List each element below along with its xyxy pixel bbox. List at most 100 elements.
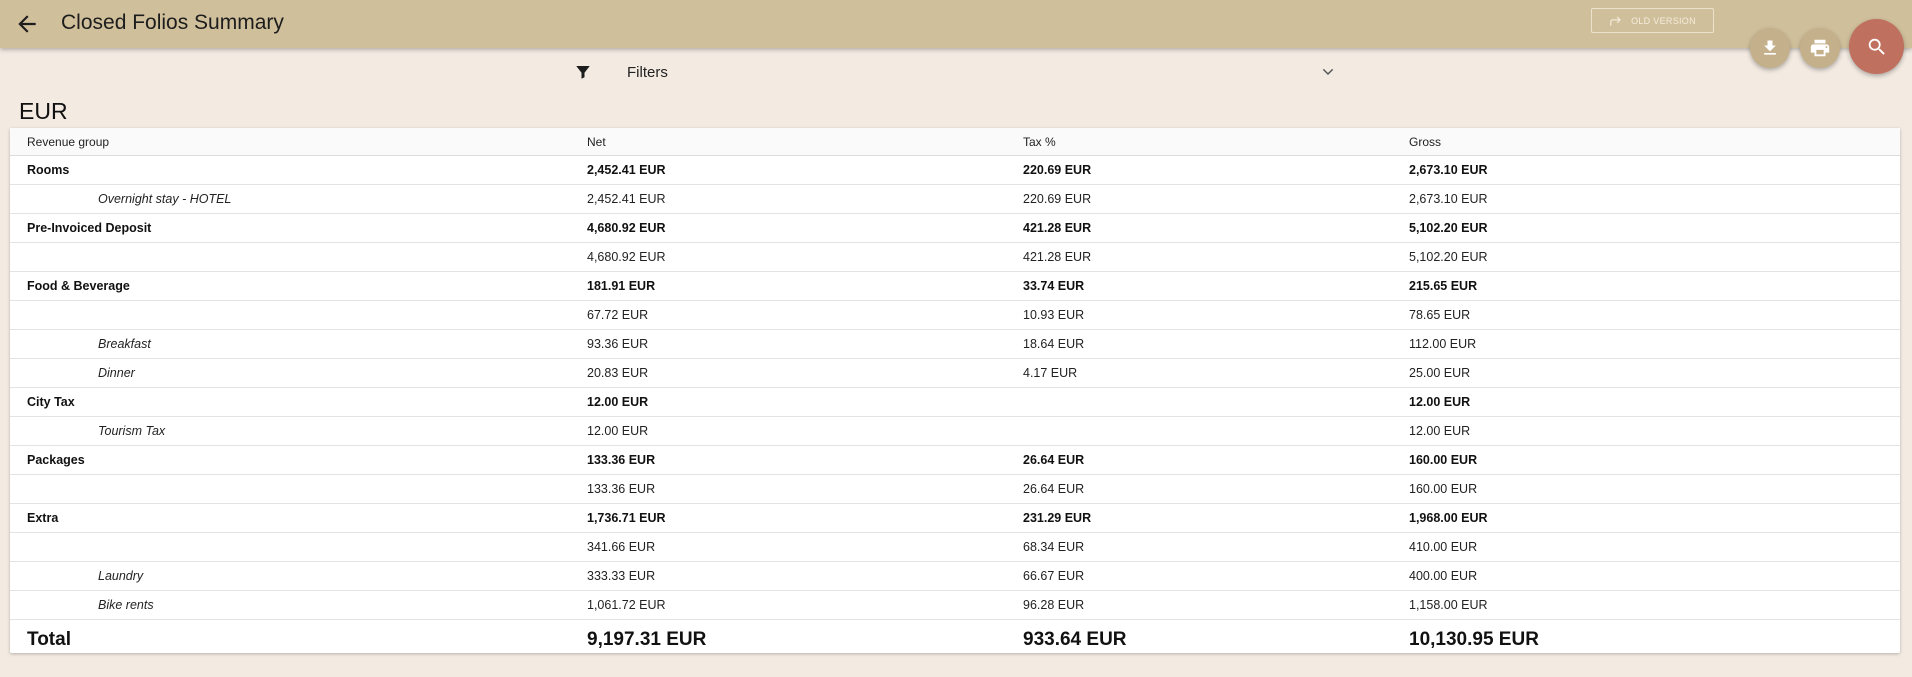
tax-value: 66.67 EUR	[1023, 561, 1409, 591]
revenue-group-row: Extra 1,736.71 EUR 231.29 EUR 1,968.00 EUR	[10, 503, 1900, 533]
revenue-group-name	[10, 300, 587, 330]
net-value: 2,452.41 EUR	[587, 184, 1023, 214]
revenue-group-row: City Tax 12.00 EUR 12.00 EUR	[10, 387, 1900, 417]
revenue-subgroup-row: 133.36 EUR 26.64 EUR 160.00 EUR	[10, 474, 1900, 504]
gross-value: 12.00 EUR	[1409, 387, 1900, 417]
tax-value: 10.93 EUR	[1023, 300, 1409, 330]
tax-value: 33.74 EUR	[1023, 271, 1409, 301]
gross-value: 12.00 EUR	[1409, 416, 1900, 446]
tax-value: 231.29 EUR	[1023, 503, 1409, 533]
tax-value: 96.28 EUR	[1023, 590, 1409, 620]
tax-value: 421.28 EUR	[1023, 242, 1409, 272]
search-icon	[1868, 38, 1885, 55]
tax-value: 18.64 EUR	[1023, 329, 1409, 359]
gross-value: 160.00 EUR	[1409, 474, 1900, 504]
tax-value: 4.17 EUR	[1023, 358, 1409, 388]
gross-value: 410.00 EUR	[1409, 532, 1900, 562]
currency-heading: EUR	[19, 98, 68, 124]
revenue-group-name: City Tax	[10, 387, 587, 417]
net-value: 181.91 EUR	[587, 271, 1023, 301]
revenue-group-name: Laundry	[10, 561, 587, 591]
column-header-revenue-group: Revenue group	[10, 128, 587, 156]
gross-value: 160.00 EUR	[1409, 445, 1900, 475]
revenue-group-name: Dinner	[10, 358, 587, 388]
table-header-row: Revenue group Net Tax % Gross	[10, 128, 1900, 156]
net-value: 133.36 EUR	[587, 474, 1023, 504]
column-header-net: Net	[587, 128, 1023, 156]
net-value: 2,452.41 EUR	[587, 155, 1023, 185]
gross-value: 1,968.00 EUR	[1409, 503, 1900, 533]
revenue-group-row: Pre-Invoiced Deposit 4,680.92 EUR 421.28 E…	[10, 213, 1900, 243]
total-row: Total 9,197.31 EUR 933.64 EUR 10,130.95 …	[10, 620, 1900, 661]
old-version-button[interactable]: OLD VERSION	[1591, 8, 1714, 33]
net-value: 1,736.71 EUR	[587, 503, 1023, 533]
total-gross: 10,130.95 EUR	[1409, 629, 1539, 650]
revenue-subgroup-row: 341.66 EUR 68.34 EUR 410.00 EUR	[10, 532, 1900, 562]
net-value: 333.33 EUR	[587, 561, 1023, 591]
revenue-group-name	[10, 532, 587, 562]
net-value: 1,061.72 EUR	[587, 590, 1023, 620]
revenue-subgroup-row: Laundry 333.33 EUR 66.67 EUR 400.00 EUR	[10, 561, 1900, 591]
revenue-group-name: Pre-Invoiced Deposit	[10, 213, 587, 243]
column-header-tax: Tax %	[1023, 128, 1409, 156]
gross-value: 5,102.20 EUR	[1409, 242, 1900, 272]
page-title: Closed Folios Summary	[61, 11, 284, 34]
revenue-group-name: Overnight stay - HOTEL	[10, 184, 587, 214]
net-value: 341.66 EUR	[587, 532, 1023, 562]
gross-value: 25.00 EUR	[1409, 358, 1900, 388]
tax-value: 68.34 EUR	[1023, 532, 1409, 562]
tax-value: 220.69 EUR	[1023, 155, 1409, 185]
filters-label: Filters	[627, 64, 668, 81]
net-value: 133.36 EUR	[587, 445, 1023, 475]
total-label: Total	[27, 629, 71, 650]
total-tax: 933.64 EUR	[1023, 629, 1127, 650]
net-value: 67.72 EUR	[587, 300, 1023, 330]
revenue-group-row: Food & Beverage 181.91 EUR 33.74 EUR 215.65…	[10, 271, 1900, 301]
tax-value: 421.28 EUR	[1023, 213, 1409, 243]
column-header-gross: Gross	[1409, 128, 1900, 156]
net-value: 4,680.92 EUR	[587, 242, 1023, 272]
revenue-summary-table: Revenue group Net Tax % Gross Rooms 2,452…	[10, 128, 1900, 660]
gross-value: 2,673.10 EUR	[1409, 184, 1900, 214]
net-value: 20.83 EUR	[587, 358, 1023, 388]
revenue-subgroup-row: Overnight stay - HOTEL 2,452.41 EUR 220.69…	[10, 184, 1900, 214]
old-version-label: OLD VERSION	[1631, 15, 1696, 26]
filters-toggle[interactable]: Filters	[570, 58, 1336, 86]
revenue-group-name: Rooms	[10, 155, 587, 185]
arrow-back-icon[interactable]	[14, 11, 40, 37]
table-body: Rooms 2,452.41 EUR 220.69 EUR 2,673.10 EUR O…	[10, 155, 1900, 620]
summary-table-card: Revenue group Net Tax % Gross Rooms 2,452…	[10, 128, 1900, 653]
revenue-group-name	[10, 474, 587, 504]
gross-value: 5,102.20 EUR	[1409, 213, 1900, 243]
revenue-group-name: Extra	[10, 503, 587, 533]
revenue-group-name: Tourism Tax	[10, 416, 587, 446]
tax-value	[1023, 416, 1409, 446]
filter-funnel-icon	[576, 66, 590, 79]
download-button[interactable]	[1750, 28, 1790, 68]
tax-value	[1023, 387, 1409, 417]
gross-value: 400.00 EUR	[1409, 561, 1900, 591]
gross-value: 112.00 EUR	[1409, 329, 1900, 359]
tax-value: 26.64 EUR	[1023, 445, 1409, 475]
print-button[interactable]	[1800, 28, 1840, 68]
revenue-group-row: Rooms 2,452.41 EUR 220.69 EUR 2,673.10 EUR	[10, 155, 1900, 185]
revenue-subgroup-row: Breakfast 93.36 EUR 18.64 EUR 112.00 EUR	[10, 329, 1900, 359]
redo-arrow-icon	[1610, 16, 1621, 26]
revenue-subgroup-row: Dinner 20.83 EUR 4.17 EUR 25.00 EUR	[10, 358, 1900, 388]
revenue-subgroup-row: 4,680.92 EUR 421.28 EUR 5,102.20 EUR	[10, 242, 1900, 272]
gross-value: 78.65 EUR	[1409, 300, 1900, 330]
download-icon	[1764, 40, 1776, 55]
gross-value: 2,673.10 EUR	[1409, 155, 1900, 185]
net-value: 12.00 EUR	[587, 387, 1023, 417]
net-value: 4,680.92 EUR	[587, 213, 1023, 243]
revenue-subgroup-row: Tourism Tax 12.00 EUR 12.00 EUR	[10, 416, 1900, 446]
tax-value: 220.69 EUR	[1023, 184, 1409, 214]
revenue-group-name: Bike rents	[10, 590, 587, 620]
revenue-group-name	[10, 242, 587, 272]
revenue-subgroup-row: 67.72 EUR 10.93 EUR 78.65 EUR	[10, 300, 1900, 330]
tax-value: 26.64 EUR	[1023, 474, 1409, 504]
gross-value: 215.65 EUR	[1409, 271, 1900, 301]
gross-value: 1,158.00 EUR	[1409, 590, 1900, 620]
total-net: 9,197.31 EUR	[587, 629, 707, 650]
search-button[interactable]	[1849, 19, 1904, 74]
